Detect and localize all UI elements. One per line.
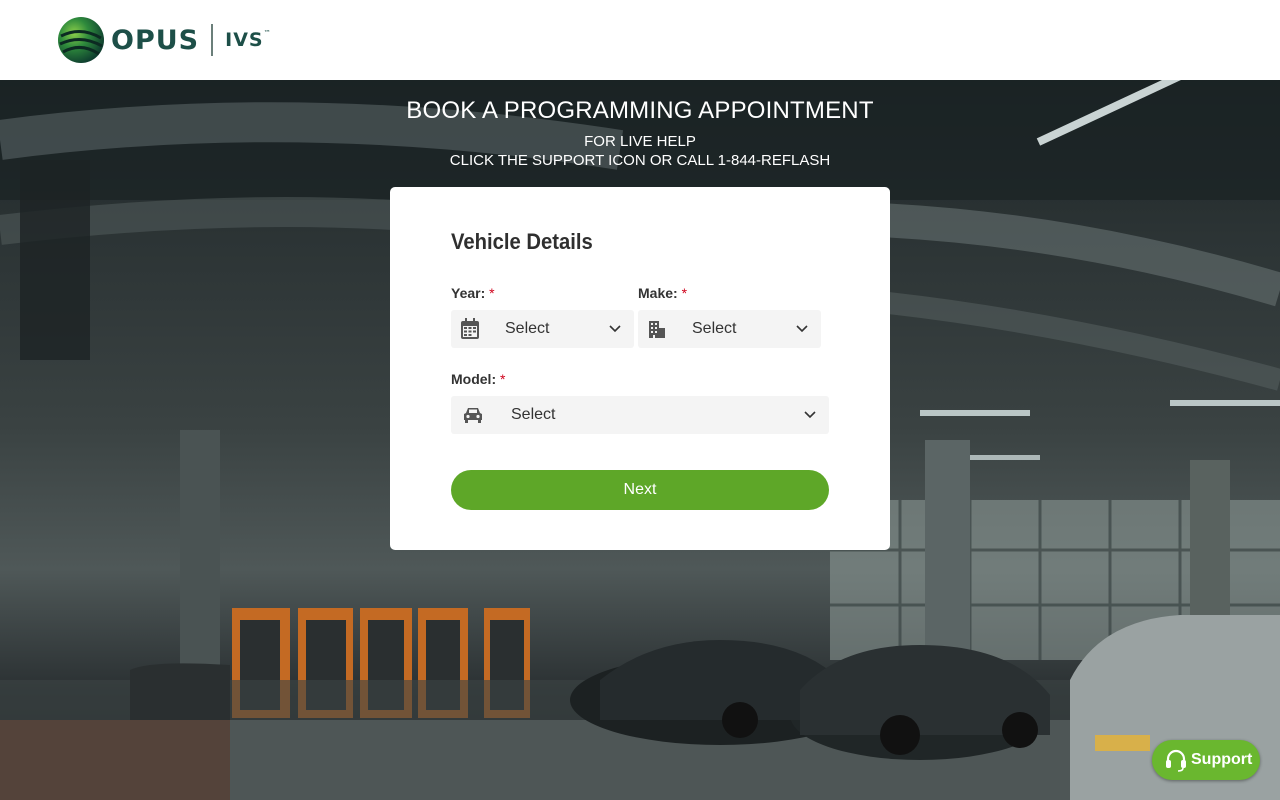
car-icon: [451, 396, 495, 434]
next-button[interactable]: Next: [451, 470, 829, 510]
globe-logo-icon: [58, 17, 104, 63]
model-label: Model: *: [451, 371, 506, 387]
calendar-icon: [451, 310, 489, 348]
form-title: Vehicle Details: [451, 229, 593, 254]
support-phone-text: CLICK THE SUPPORT ICON OR CALL 1-844-REF…: [449, 152, 831, 169]
building-icon: [638, 310, 676, 348]
model-select[interactable]: Select: [451, 396, 829, 434]
year-label: Year: *: [451, 285, 495, 301]
required-mark: *: [500, 371, 506, 387]
opus-ivs-logo[interactable]: OPUS IVS™: [57, 16, 272, 64]
logo-wordmark: OPUS: [111, 24, 200, 56]
support-button[interactable]: Support: [1152, 740, 1260, 780]
year-select[interactable]: Select: [451, 310, 634, 348]
page-title: BOOK A PROGRAMMING APPOINTMENT: [406, 97, 874, 124]
logo-divider: [211, 24, 214, 56]
make-select-value: Select: [692, 320, 737, 337]
required-mark: *: [489, 285, 495, 301]
top-bar: OPUS IVS™: [0, 0, 1280, 80]
required-mark: *: [681, 285, 688, 301]
vehicle-details-card: Vehicle Details Year: * Select Make: * S…: [390, 187, 890, 550]
make-select[interactable]: Select: [638, 310, 821, 348]
make-label: Make: *: [638, 285, 688, 301]
headset-icon: [1166, 749, 1186, 772]
logo-ivs-text: IVS™: [225, 29, 272, 51]
support-label: Support: [1191, 751, 1253, 768]
chevron-down-icon: [791, 396, 829, 434]
year-select-value: Select: [505, 320, 550, 337]
model-select-value: Select: [511, 406, 556, 423]
chevron-down-icon: [596, 310, 634, 348]
chevron-down-icon: [783, 310, 821, 348]
live-help-text: FOR LIVE HELP: [584, 133, 696, 150]
